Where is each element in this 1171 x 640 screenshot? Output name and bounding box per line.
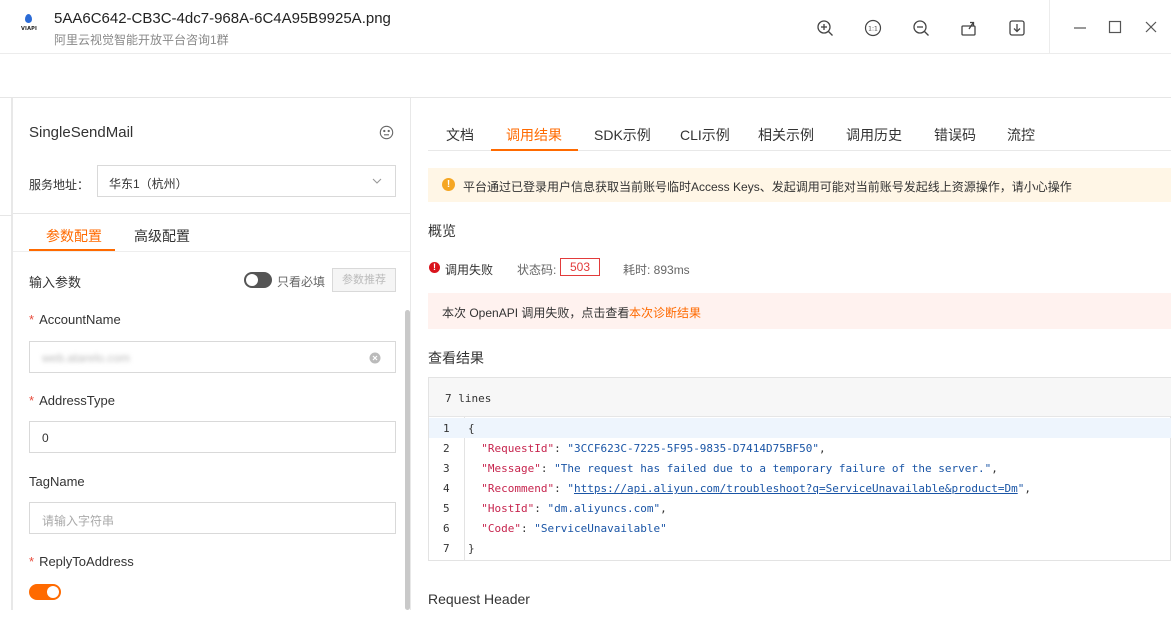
diagnosis-link[interactable]: 本次诊断结果 [629, 304, 701, 321]
field-label-tagname: TagName [29, 474, 85, 489]
addresstype-input[interactable]: 0 [29, 421, 396, 453]
code-line: 5 "HostId": "dm.aliyuncs.com", [443, 502, 667, 515]
result-code-viewer: 7 lines 1 { 2 "RequestId": "3CCF623C-722… [428, 377, 1171, 561]
divider [13, 251, 410, 252]
code-line: 1 { [429, 418, 1171, 438]
code-line: 4 "Recommend": "https://api.aliyun.com/t… [443, 482, 1031, 495]
svg-text:1:1: 1:1 [868, 26, 878, 33]
feedback-face-icon[interactable] [379, 125, 394, 140]
tab-param-config[interactable]: 参数配置 [46, 226, 102, 246]
field-label-addresstype: * AddressType [29, 393, 115, 408]
maximize-icon[interactable] [1107, 19, 1123, 35]
warning-text: 平台通过已登录用户信息获取当前账号临时Access Keys、发起调用可能对当前… [463, 180, 1072, 194]
titlebar-divider [1049, 0, 1050, 54]
view-result-title: 查看结果 [428, 350, 484, 366]
addresstype-value: 0 [42, 431, 49, 445]
result-panel: 文档 调用结果 SDK示例 CLI示例 相关示例 调用历史 错误码 流控 ! 平… [412, 98, 1171, 610]
field-label-accountname: * AccountName [29, 312, 121, 327]
input-params-title: 输入参数 [29, 275, 82, 290]
only-required-toggle[interactable] [244, 272, 272, 288]
accountname-value: web.atarelo.com [42, 351, 131, 365]
tab-cli-example[interactable]: CLI示例 [680, 125, 730, 145]
minimize-icon[interactable] [1072, 19, 1088, 35]
line-count: 7 lines [445, 392, 492, 405]
code-line: 6 "Code": "ServiceUnavailable" [443, 522, 667, 535]
divider [13, 213, 410, 214]
file-subtitle: 阿里云视觉智能开放平台咨询1群 [54, 33, 229, 47]
code-line: 3 "Message": "The request has failed due… [443, 462, 998, 475]
tab-docs[interactable]: 文档 [446, 125, 474, 145]
code-line: 2 "RequestId": "3CCF623C-7225-5F95-9835-… [443, 442, 826, 455]
elapsed-time: 耗时: 893ms [623, 263, 690, 277]
clear-icon[interactable] [369, 352, 381, 364]
status-code-label: 状态码: [517, 263, 557, 277]
param-recommend-button[interactable]: 参数推荐 [332, 268, 396, 292]
tab-call-result[interactable]: 调用结果 [506, 125, 562, 145]
zoom-in-icon[interactable] [816, 19, 834, 37]
toolbar-strip [0, 55, 1171, 98]
warning-banner: ! 平台通过已登录用户信息获取当前账号临时Access Keys、发起调用可能对… [428, 168, 1171, 202]
app-logo: VIAPI [18, 12, 40, 38]
zoom-out-icon[interactable] [912, 19, 930, 37]
call-status: 调用失败 [445, 263, 494, 277]
recommend-link[interactable]: https://api.aliyun.com/troubleshoot?q=Se… [574, 482, 1018, 495]
failure-notice: 本次 OpenAPI 调用失败，点击查看 本次诊断结果 [428, 293, 1171, 329]
left-gutter [0, 98, 12, 610]
replytoaddress-toggle[interactable] [29, 584, 61, 600]
api-name: SingleSendMail [29, 124, 134, 141]
left-scrollbar[interactable] [405, 310, 410, 610]
tab-call-history[interactable]: 调用历史 [846, 125, 902, 145]
file-title: 5AA6C642-CB3C-4dc7-968A-6C4A95B9925A.png [54, 10, 391, 27]
close-icon[interactable] [1143, 19, 1159, 35]
active-tab-indicator [491, 149, 578, 151]
service-address-select[interactable]: 华东1（杭州） [97, 165, 396, 197]
chevron-down-icon [372, 178, 382, 184]
tagname-placeholder: 请输入字符串 [42, 514, 115, 528]
accountname-input[interactable]: web.atarelo.com [29, 341, 396, 373]
overview-title: 概览 [428, 223, 456, 239]
title-bar: VIAPI 5AA6C642-CB3C-4dc7-968A-6C4A95B992… [0, 0, 1171, 54]
share-icon[interactable] [960, 19, 978, 37]
failure-text: 本次 OpenAPI 调用失败，点击查看 [442, 306, 630, 320]
service-address-value: 华东1（杭州） [109, 177, 188, 191]
tab-sdk-example[interactable]: SDK示例 [594, 125, 651, 145]
service-address-label: 服务地址： [29, 178, 90, 192]
request-header-title: Request Header [428, 591, 530, 607]
parameter-panel: SingleSendMail 服务地址： 华东1（杭州） 参数配置 高级配置 输… [12, 98, 411, 610]
warning-icon: ! [442, 178, 455, 191]
field-label-replytoaddress: * ReplyToAddress [29, 554, 134, 569]
only-required-label: 只看必填 [277, 275, 326, 289]
tab-advanced-config[interactable]: 高级配置 [134, 226, 190, 246]
actual-size-icon[interactable]: 1:1 [864, 19, 882, 37]
tab-related-examples[interactable]: 相关示例 [758, 125, 814, 145]
tagname-input[interactable]: 请输入字符串 [29, 502, 396, 534]
code-header: 7 lines [429, 378, 1171, 417]
tab-rate-limit[interactable]: 流控 [1007, 125, 1035, 145]
tab-error-codes[interactable]: 错误码 [934, 125, 976, 145]
error-icon: ! [429, 262, 440, 273]
code-line: 7 } [443, 542, 475, 555]
status-code-badge: 503 [560, 258, 600, 276]
download-icon[interactable] [1008, 19, 1026, 37]
